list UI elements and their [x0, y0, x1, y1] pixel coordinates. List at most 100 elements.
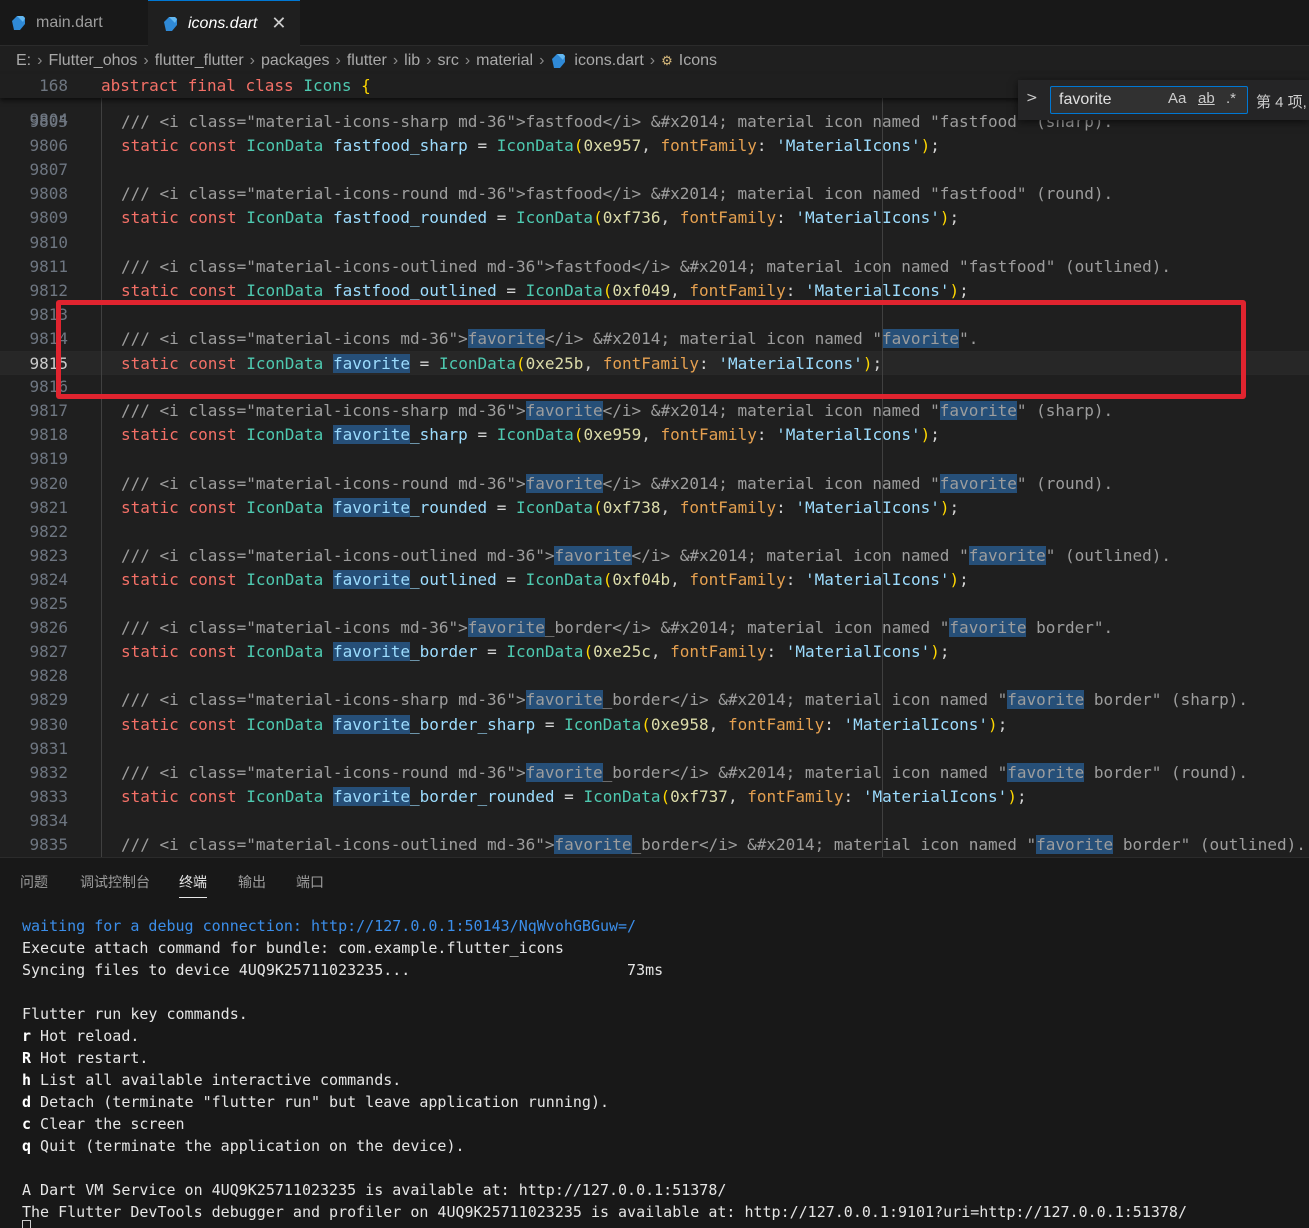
code-line[interactable]: 9828 — [0, 664, 1309, 688]
code-text: /// <i class="material-icons md-36">favo… — [121, 618, 1114, 638]
breadcrumb-item[interactable]: packages — [261, 52, 330, 70]
code-text: static const IconData favorite_border_ro… — [121, 786, 1027, 806]
code-text: /// <i class="material-icons-sharp md-36… — [121, 690, 1249, 710]
terminal-text: Flutter run key commands. — [22, 1005, 248, 1023]
code-editor[interactable]: 9804 9805/// <i class="material-icons-sh… — [0, 98, 1309, 857]
line-number: 9807 — [29, 160, 68, 180]
breadcrumb-item[interactable]: material — [476, 52, 533, 70]
code-line[interactable]: 9821 static const IconData favorite_round… — [0, 496, 1309, 520]
code-line[interactable]: 9806 static const IconData fastfood_sharp… — [0, 134, 1309, 158]
code-line[interactable]: 9823 /// <i class="material-icons-outline… — [0, 544, 1309, 568]
code-line[interactable]: 9810 — [0, 231, 1309, 255]
terminal-line: d Detach (terminate "flutter run" but le… — [22, 1091, 609, 1113]
terminal-key: d — [22, 1093, 32, 1111]
code-line[interactable]: 9827 static const IconData favorite_borde… — [0, 640, 1309, 664]
editor-tab-bar: main.dart icons.dart ✕ — [0, 0, 1309, 46]
code-line[interactable]: 9819 — [0, 447, 1309, 471]
code-line[interactable]: 9832 /// <i class="material-icons-round m… — [0, 761, 1309, 785]
chevron-right-icon: › — [143, 52, 149, 69]
terminal-key: h — [22, 1071, 32, 1089]
terminal-text: Clear the screen — [31, 1115, 185, 1133]
terminal-line: q Quit (terminate the application on the… — [22, 1135, 465, 1157]
terminal-text: Syncing files to device 4UQ9K25711023235… — [22, 961, 664, 979]
line-number: 9817 — [29, 401, 68, 421]
code-line[interactable]: 9826 /// <i class="material-icons md-36">… — [0, 616, 1309, 640]
terminal-text: waiting for a debug connection: http://1… — [22, 917, 637, 935]
terminal-text: Hot restart. — [31, 1049, 149, 1067]
breadcrumb-item[interactable]: src — [438, 52, 459, 70]
code-line[interactable]: 9824 static const IconData favorite_outli… — [0, 568, 1309, 592]
chevron-right-icon: › — [37, 52, 43, 69]
breadcrumb-item[interactable]: E: — [16, 52, 31, 70]
code-line[interactable]: 9807 — [0, 158, 1309, 182]
terminal-key: R — [22, 1049, 32, 1067]
code-text: static const IconData fastfood_rounded =… — [121, 208, 960, 228]
code-text: static const IconData favorite_border = … — [121, 642, 950, 662]
code-line[interactable]: 9829 /// <i class="material-icons-sharp m… — [0, 688, 1309, 712]
tab-label: main.dart — [36, 14, 103, 31]
dart-file-icon — [552, 54, 566, 68]
chevron-right-icon: › — [464, 52, 471, 69]
chevron-right-icon: › — [539, 52, 545, 69]
code-line[interactable]: 9831 — [0, 737, 1309, 761]
highlight-annotation-box — [56, 300, 1246, 399]
code-line[interactable]: 9834 — [0, 809, 1309, 833]
line-number: 9823 — [29, 545, 68, 565]
find-input[interactable] — [1050, 86, 1248, 114]
code-line[interactable]: 9811 /// <i class="material-icons-outline… — [0, 255, 1309, 279]
tab-debug-console[interactable]: 调试控制台 — [80, 872, 150, 892]
breadcrumb-item[interactable]: Icons — [679, 52, 717, 70]
regex-icon[interactable]: .* — [1226, 90, 1236, 107]
chevron-right-icon: › — [426, 52, 432, 69]
breadcrumb-item[interactable]: Flutter_ohos — [48, 52, 137, 70]
terminal-text: List all available interactive commands. — [31, 1071, 402, 1089]
line-number: 9828 — [29, 666, 68, 686]
line-number: 9822 — [29, 521, 68, 541]
code-text: /// <i class="material-icons-outlined md… — [121, 256, 1171, 276]
chevron-right-icon[interactable]: > — [1026, 90, 1038, 106]
tab-ports[interactable]: 端口 — [296, 872, 324, 892]
vertical-ruler — [882, 98, 883, 857]
terminal-line: c Clear the screen — [22, 1113, 185, 1135]
code-line[interactable]: 9830 static const IconData favorite_borde… — [0, 713, 1309, 737]
code-line[interactable]: 9809 static const IconData fastfood_round… — [0, 206, 1309, 230]
find-match-count: 第 4 项, — [1256, 94, 1307, 111]
breadcrumb-item[interactable]: icons.dart — [574, 52, 643, 70]
terminal-line: h List all available interactive command… — [22, 1069, 401, 1091]
code-line[interactable]: 9818 static const IconData favorite_sharp… — [0, 423, 1309, 447]
tab-icons-dart[interactable]: icons.dart ✕ — [148, 0, 300, 46]
match-case-icon[interactable]: Aa — [1168, 90, 1186, 107]
line-number: 9811 — [29, 256, 68, 276]
code-text: static const IconData fastfood_sharp = I… — [121, 136, 940, 156]
line-number: 9834 — [29, 810, 68, 830]
code-text: static const IconData favorite_sharp = I… — [121, 425, 940, 445]
tab-output[interactable]: 输出 — [238, 872, 266, 892]
tab-terminal[interactable]: 终端 — [179, 872, 207, 898]
line-number: 168 — [39, 76, 68, 95]
line-number: 9821 — [29, 497, 68, 517]
whole-word-icon[interactable]: ab — [1198, 90, 1215, 107]
chevron-right-icon: › — [392, 52, 399, 69]
terminal-text: The Flutter DevTools debugger and profil… — [22, 1203, 1187, 1221]
code-line[interactable]: 9817 /// <i class="material-icons-sharp m… — [0, 399, 1309, 423]
breadcrumb-item[interactable]: flutter — [347, 52, 387, 70]
line-number: 9824 — [29, 569, 68, 589]
line-number: 9827 — [29, 642, 68, 662]
code-line[interactable]: 9820 /// <i class="material-icons-round m… — [0, 472, 1309, 496]
code-line[interactable]: 9825 — [0, 592, 1309, 616]
breadcrumb-item[interactable]: flutter_flutter — [155, 52, 244, 70]
close-icon[interactable]: ✕ — [271, 13, 286, 34]
code-line[interactable]: 9833 static const IconData favorite_borde… — [0, 785, 1309, 809]
terminal-line: Syncing files to device 4UQ9K25711023235… — [22, 959, 663, 981]
breadcrumb: E: › Flutter_ohos › flutter_flutter › packages… — [16, 48, 717, 74]
tab-problems[interactable]: 问题 — [20, 872, 48, 892]
breadcrumb-item[interactable]: lib — [404, 52, 420, 70]
code-line[interactable]: 9822 — [0, 520, 1309, 544]
code-text: /// <i class="material-icons-round md-36… — [121, 762, 1249, 782]
terminal-text: Quit (terminate the application on the d… — [31, 1137, 465, 1155]
line-number: 9825 — [29, 594, 68, 613]
code-line[interactable]: 9808 /// <i class="material-icons-round m… — [0, 182, 1309, 206]
code-text: /// <i class="material-icons-sharp md-36… — [121, 112, 1114, 131]
tab-main-dart[interactable]: main.dart — [10, 0, 148, 46]
code-line[interactable]: 9835 /// <i class="material-icons-outline… — [0, 833, 1309, 857]
